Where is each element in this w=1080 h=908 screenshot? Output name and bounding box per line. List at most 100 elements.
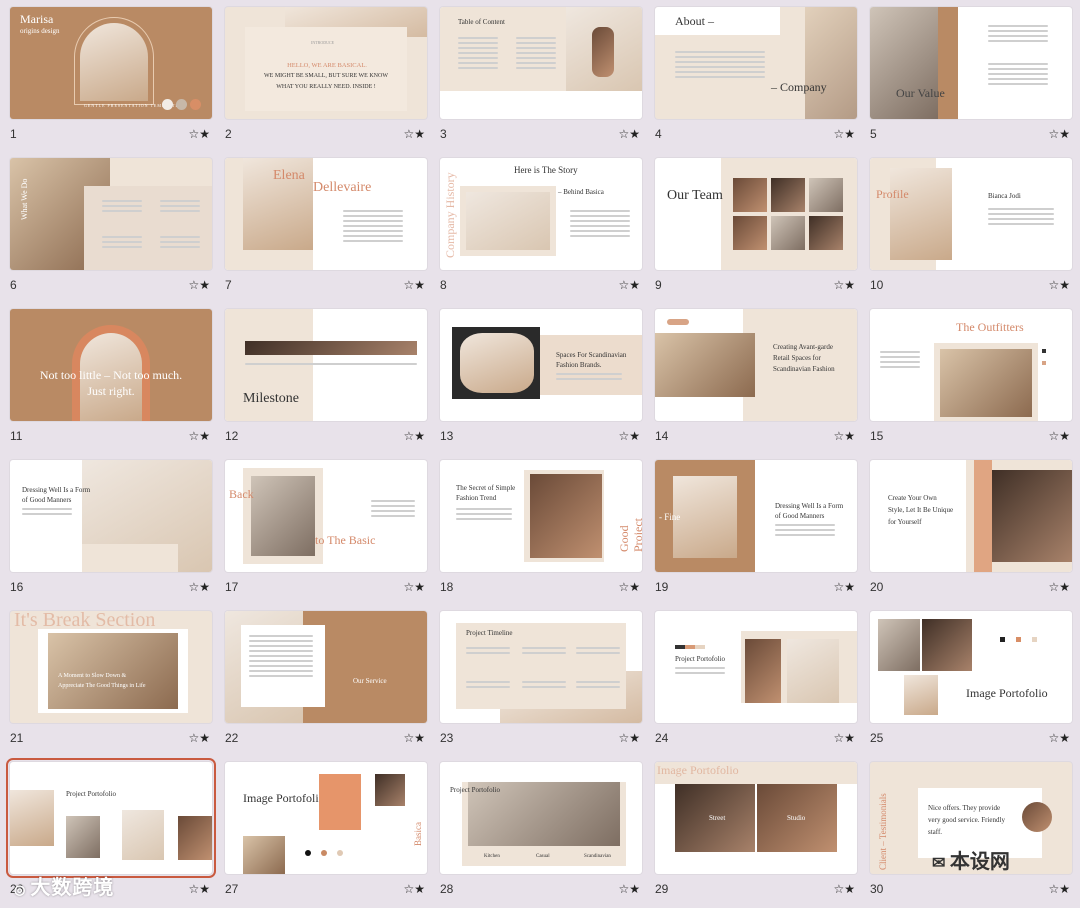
slide-thumbnail[interactable]: Image Portofolio Basica – Studio <box>225 762 427 874</box>
star-icon[interactable]: ☆★ <box>833 731 857 745</box>
star-icon[interactable]: ☆★ <box>618 278 642 292</box>
slide-thumbnail[interactable]: - Fine Dressing Well Is a Form of Good M… <box>655 460 857 572</box>
star-icon[interactable]: ☆★ <box>1048 429 1072 443</box>
slide-cell-23[interactable]: Project Timeline 23 ☆★ <box>440 611 642 762</box>
slide-cell-11[interactable]: Not too little – Not too much. Just righ… <box>10 309 212 460</box>
slide-cell-1[interactable]: Marisa origins design GENTLE PRESENTATIO… <box>10 7 212 158</box>
slide-cell-25[interactable]: Image Portofolio 25 ☆★ <box>870 611 1072 762</box>
slide-thumbnail[interactable]: Dressing Well Is a Form of Good Manners <box>10 460 212 572</box>
slide-thumbnail[interactable]: Image Portofolio Street Studio <box>655 762 857 874</box>
star-icon[interactable]: ☆★ <box>833 882 857 896</box>
slide-thumbnail[interactable]: The Outfitters <box>870 309 1072 421</box>
slide-thumbnail[interactable]: Spaces For Scandinavian Fashion Brands. <box>440 309 642 421</box>
slide-thumbnail[interactable]: Our Value <box>870 7 1072 119</box>
slide-thumbnail[interactable]: Back to The Basic <box>225 460 427 572</box>
star-icon[interactable]: ☆★ <box>403 278 427 292</box>
slide-thumbnail[interactable]: Milestone <box>225 309 427 421</box>
star-icon[interactable]: ☆★ <box>833 127 857 141</box>
slide-cell-17[interactable]: Back to The Basic 17 ☆★ <box>225 460 427 611</box>
slide-thumbnail[interactable]: Project Portofolio Kitchen Casual Scandi… <box>440 762 642 874</box>
slide-thumbnail[interactable]: Create Your Own Style, Let It Be Unique … <box>870 460 1072 572</box>
slide-number: 28 <box>440 882 454 896</box>
slide-cell-9[interactable]: Our Team 9 ☆★ <box>655 158 857 309</box>
slide-number: 30 <box>870 882 884 896</box>
star-icon[interactable]: ☆★ <box>1048 882 1072 896</box>
slide-thumbnail[interactable]: The Secret of Simple Fashion Trend Good … <box>440 460 642 572</box>
star-icon[interactable]: ☆★ <box>833 429 857 443</box>
slide-cell-12[interactable]: Milestone 12 ☆★ <box>225 309 427 460</box>
slide-thumbnail[interactable]: Elena Dellevaire <box>225 158 427 270</box>
team-panel <box>721 158 857 270</box>
slide-cell-14[interactable]: Creating Avant-garde Retail Spaces for S… <box>655 309 857 460</box>
slide-cell-13[interactable]: Spaces For Scandinavian Fashion Brands. … <box>440 309 642 460</box>
slide-cell-19[interactable]: - Fine Dressing Well Is a Form of Good M… <box>655 460 857 611</box>
star-icon[interactable]: ☆★ <box>618 882 642 896</box>
slide-thumbnail[interactable]: Our Service <box>225 611 427 723</box>
slide-cell-10[interactable]: Profile Bianca Jodi 10 ☆★ <box>870 158 1072 309</box>
slide-cell-28[interactable]: Project Portofolio Kitchen Casual Scandi… <box>440 762 642 908</box>
star-icon[interactable]: ☆★ <box>1048 278 1072 292</box>
slide-cell-7[interactable]: Elena Dellevaire 7 ☆★ <box>225 158 427 309</box>
slide-title: Milestone <box>243 391 299 406</box>
star-icon[interactable]: ☆★ <box>188 731 212 745</box>
slide-cell-30[interactable]: Client – Testimonials Nice offers. They … <box>870 762 1072 908</box>
slide-cell-20[interactable]: Create Your Own Style, Let It Be Unique … <box>870 460 1072 611</box>
star-icon[interactable]: ☆★ <box>403 580 427 594</box>
slide-thumbnail[interactable]: Company History Here is The Story – Behi… <box>440 158 642 270</box>
star-icon[interactable]: ☆★ <box>188 580 212 594</box>
caption: Studio <box>787 814 806 822</box>
star-icon[interactable]: ☆★ <box>188 127 212 141</box>
slide-thumbnail[interactable]: About – – Company <box>655 7 857 119</box>
caption: Kitchen <box>484 854 500 859</box>
star-icon[interactable]: ☆★ <box>618 580 642 594</box>
slide-number: 1 <box>10 127 17 141</box>
slide-thumbnail[interactable]: What We Do <box>10 158 212 270</box>
slide-cell-6[interactable]: What We Do 6 ☆★ <box>10 158 212 309</box>
slide-thumbnail[interactable]: Creating Avant-garde Retail Spaces for S… <box>655 309 857 421</box>
vertical-title: Basica – Studio <box>413 822 427 846</box>
slide-thumbnail[interactable]: It's Break Section A Moment to Slow Down… <box>10 611 212 723</box>
slide-cell-29[interactable]: Image Portofolio Street Studio 29 ☆★ <box>655 762 857 908</box>
slide-thumbnail[interactable]: Project Timeline <box>440 611 642 723</box>
star-icon[interactable]: ☆★ <box>618 731 642 745</box>
star-icon[interactable]: ☆★ <box>618 127 642 141</box>
slide-cell-15[interactable]: The Outfitters 15 ☆★ <box>870 309 1072 460</box>
slide-cell-16[interactable]: Dressing Well Is a Form of Good Manners … <box>10 460 212 611</box>
star-icon[interactable]: ☆★ <box>833 278 857 292</box>
slide-thumbnail[interactable]: Project Portofolio <box>655 611 857 723</box>
slide-thumbnail[interactable]: INTRODUCE HELLO, WE ARE BASICAL. WE MIGH… <box>225 7 427 119</box>
star-icon[interactable]: ☆★ <box>1048 127 1072 141</box>
slide-number: 18 <box>440 580 454 594</box>
slide-cell-8[interactable]: Company History Here is The Story – Behi… <box>440 158 642 309</box>
slide-thumbnail[interactable]: Image Portofolio <box>870 611 1072 723</box>
star-icon[interactable]: ☆★ <box>188 429 212 443</box>
star-icon[interactable]: ☆★ <box>403 127 427 141</box>
slide-thumbnail-selected[interactable]: Project Portofolio <box>6 758 216 878</box>
star-icon[interactable]: ☆★ <box>833 580 857 594</box>
star-icon[interactable]: ☆★ <box>188 278 212 292</box>
slide-cell-2[interactable]: INTRODUCE HELLO, WE ARE BASICAL. WE MIGH… <box>225 7 427 158</box>
star-icon[interactable]: ☆★ <box>1048 580 1072 594</box>
slide-thumbnail[interactable]: Profile Bianca Jodi <box>870 158 1072 270</box>
color-dot <box>1000 637 1005 642</box>
slide-cell-18[interactable]: The Secret of Simple Fashion Trend Good … <box>440 460 642 611</box>
slide-thumbnail[interactable]: Table of Content <box>440 7 642 119</box>
star-icon[interactable]: ☆★ <box>403 882 427 896</box>
flower-photo <box>460 333 534 393</box>
slide-thumbnail[interactable]: Marisa origins design GENTLE PRESENTATIO… <box>10 7 212 119</box>
star-icon[interactable]: ☆★ <box>403 731 427 745</box>
slide-cell-4[interactable]: About – – Company 4 ☆★ <box>655 7 857 158</box>
star-icon[interactable]: ☆★ <box>403 429 427 443</box>
slide-thumbnail[interactable]: Our Team <box>655 158 857 270</box>
slide-cell-5[interactable]: Our Value 5 ☆★ <box>870 7 1072 158</box>
star-icon[interactable]: ☆★ <box>618 429 642 443</box>
slide-cell-21[interactable]: It's Break Section A Moment to Slow Down… <box>10 611 212 762</box>
star-icon[interactable]: ☆★ <box>1048 731 1072 745</box>
line1: Nice offers. They provide <box>928 804 1001 812</box>
slide-cell-27[interactable]: Image Portofolio Basica – Studio 27 ☆★ <box>225 762 427 908</box>
star-icon[interactable]: ☆★ <box>188 882 212 896</box>
slide-thumbnail[interactable]: Not too little – Not too much. Just righ… <box>10 309 212 421</box>
slide-cell-3[interactable]: Table of Content 3 ☆★ <box>440 7 642 158</box>
slide-cell-22[interactable]: Our Service 22 ☆★ <box>225 611 427 762</box>
slide-cell-24[interactable]: Project Portofolio 24 ☆★ <box>655 611 857 762</box>
